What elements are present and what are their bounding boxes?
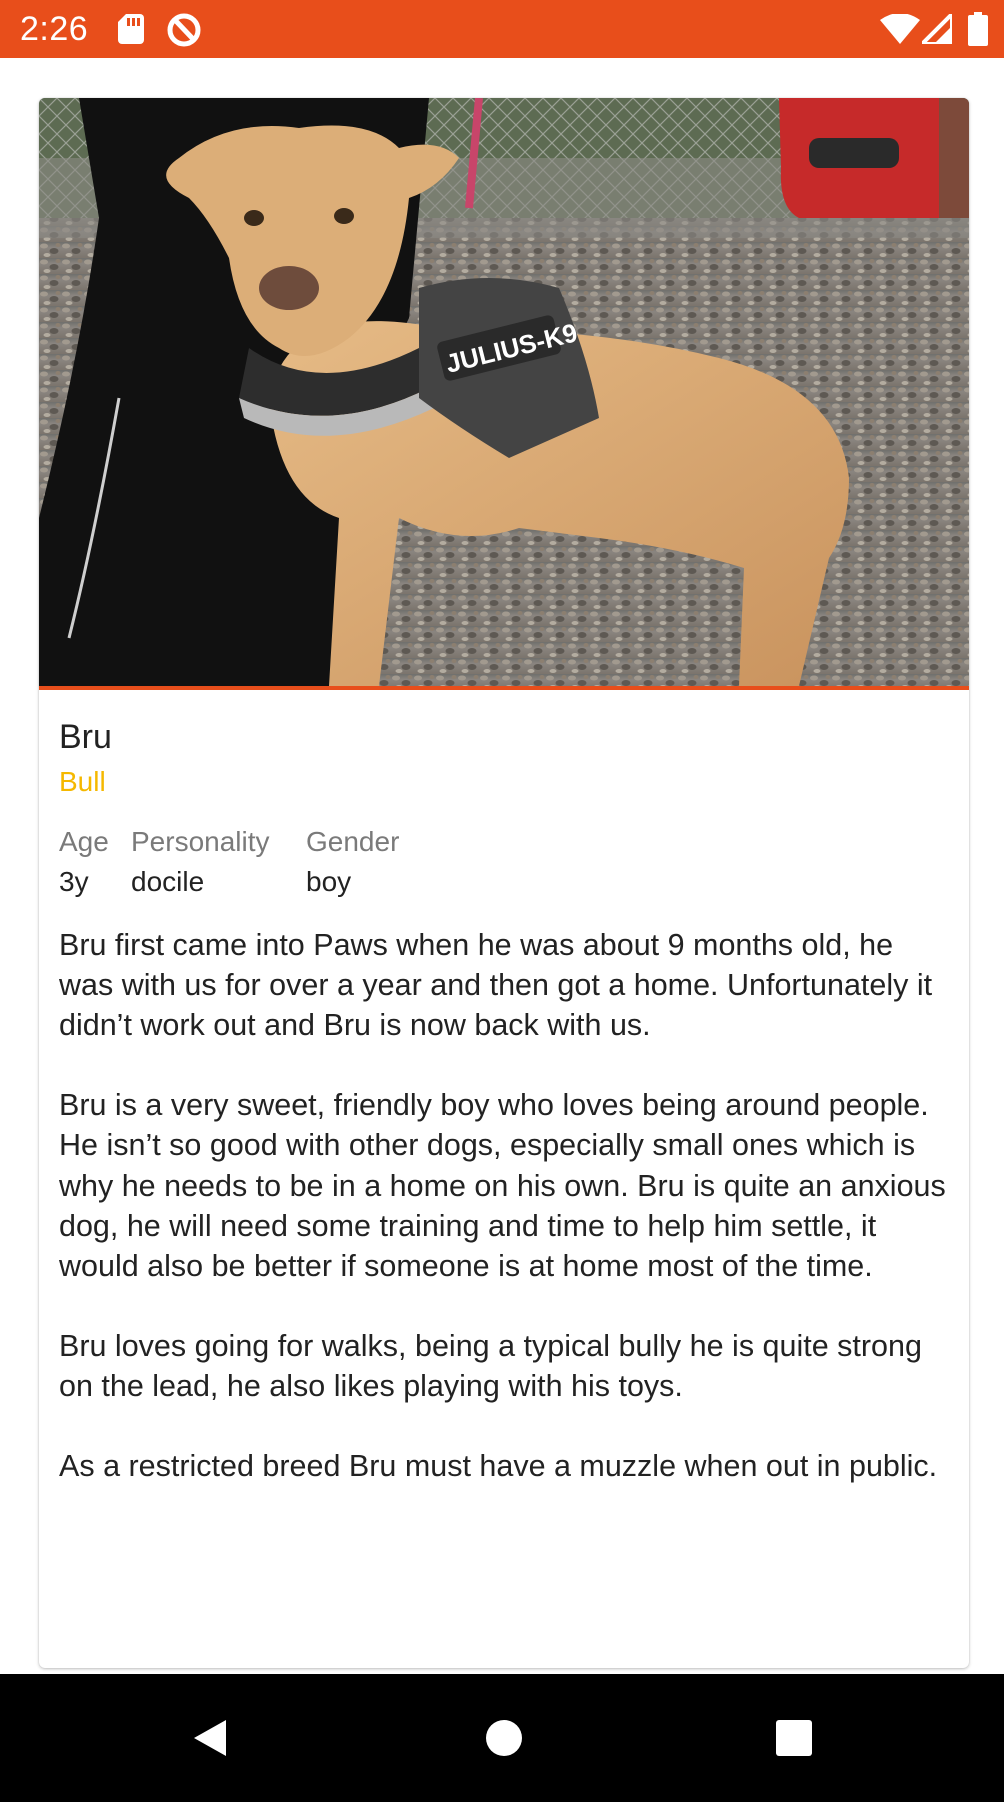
circle-home-icon [486,1720,522,1756]
data-saver-icon [166,12,202,53]
navigation-bar [0,1674,1004,1802]
gender-label: Gender [306,826,400,857]
status-time: 2:26 [20,10,89,48]
age-label: Age [59,826,109,857]
status-bar: 2:26 [0,0,1004,58]
pet-photo: JULIUS-K9 [39,98,969,686]
back-button[interactable] [155,1683,265,1793]
recents-button[interactable] [739,1683,849,1793]
sd-card-icon [118,14,144,49]
gender-value: boy [306,866,352,897]
triangle-back-icon [194,1720,226,1756]
cellular-signal-icon [917,9,954,49]
home-button[interactable] [449,1683,559,1793]
wifi-icon [880,13,920,49]
pet-breed: Bull [59,766,106,797]
battery-icon [968,12,988,51]
personality-value: docile [131,866,205,897]
pet-card[interactable]: JULIUS-K9 Bru Bull Age 3y Personality do… [39,98,969,1668]
personality-label: Personality [131,826,270,857]
age-value: 3y [59,866,89,897]
square-recents-icon [776,1720,812,1756]
pet-description: Bru first came into Paws when he was abo… [59,928,946,1484]
pet-name: Bru [59,718,112,756]
photo-accent-line [39,686,969,690]
